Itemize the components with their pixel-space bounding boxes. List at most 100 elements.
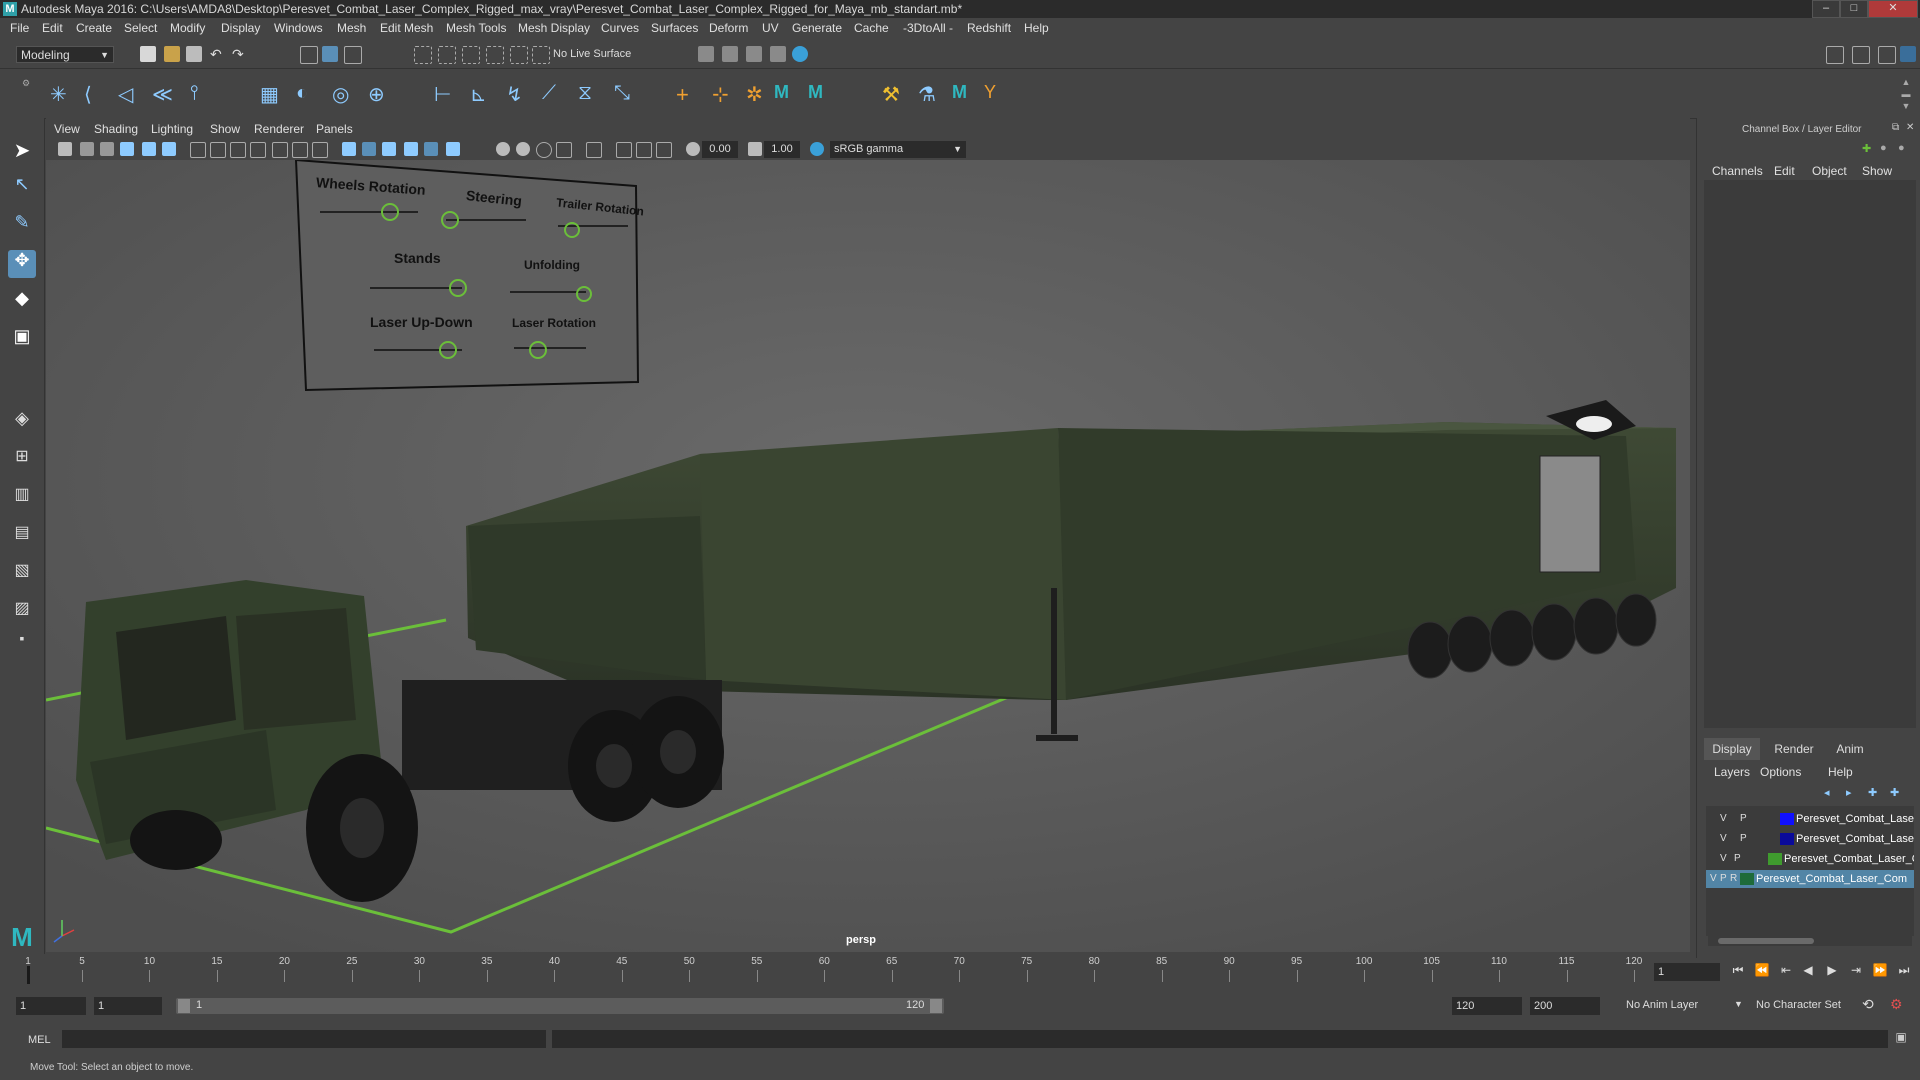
lasso-tool-icon[interactable]: ↖: [8, 174, 36, 202]
layer-playback-toggle[interactable]: P: [1740, 830, 1747, 848]
layer-row[interactable]: V P Peresvet_Combat_Laser: [1706, 830, 1914, 848]
menu-redshift[interactable]: Redshift: [967, 18, 1011, 38]
step-back-key-icon[interactable]: ⏪: [1754, 962, 1770, 978]
gamma-icon[interactable]: [748, 142, 762, 156]
channel-box-tool-icon-3[interactable]: ●: [1898, 142, 1905, 154]
make-live-icon[interactable]: [532, 46, 550, 64]
tab-display[interactable]: Display: [1704, 738, 1760, 760]
color-management-icon[interactable]: [810, 142, 824, 156]
xray-icon[interactable]: [616, 142, 632, 158]
four-view-layout-icon[interactable]: ⊞: [8, 446, 36, 474]
shelf-tool-1-icon[interactable]: ⚒: [882, 82, 908, 106]
panel-menu-show[interactable]: Show: [210, 122, 240, 136]
cb-menu-edit[interactable]: Edit: [1774, 164, 1795, 178]
layer-name[interactable]: Peresvet_Combat_Laser: [1796, 830, 1914, 848]
backface-culling-icon[interactable]: [656, 142, 672, 158]
gamma-field[interactable]: 1.00: [764, 141, 800, 158]
menu-display[interactable]: Display: [221, 18, 260, 38]
new-layer-icon[interactable]: ✚: [1868, 786, 1877, 799]
menu-deform[interactable]: Deform: [709, 18, 748, 38]
shadows-icon[interactable]: [446, 142, 460, 156]
menu-uv[interactable]: UV: [762, 18, 779, 38]
save-scene-icon[interactable]: [186, 46, 202, 62]
cb-menu-show[interactable]: Show: [1862, 164, 1892, 178]
current-time-marker[interactable]: [27, 966, 30, 984]
camera-attributes-icon[interactable]: [80, 142, 94, 156]
shelf-locator-icon[interactable]: +: [676, 82, 702, 107]
menu-edit-mesh[interactable]: Edit Mesh: [380, 18, 433, 38]
layer-color-swatch[interactable]: [1768, 853, 1782, 865]
panel-menu-renderer[interactable]: Renderer: [254, 122, 304, 136]
snap-projected-icon[interactable]: [486, 46, 504, 64]
end-time-field[interactable]: 200: [1530, 997, 1600, 1015]
two-d-pan-icon[interactable]: [142, 142, 156, 156]
new-scene-icon[interactable]: [140, 46, 156, 62]
menu-modify[interactable]: Modify: [170, 18, 205, 38]
command-input[interactable]: [62, 1030, 546, 1048]
shelf-lattice-icon[interactable]: ✲: [746, 82, 772, 106]
panel-menu-lighting[interactable]: Lighting: [151, 122, 193, 136]
viewport-persp[interactable]: [46, 160, 1690, 952]
move-layer-down-icon[interactable]: ▸: [1846, 786, 1852, 799]
menu-mesh-display[interactable]: Mesh Display: [518, 18, 590, 38]
layer-playback-toggle[interactable]: P: [1734, 850, 1741, 868]
shelf-ik-spline-icon[interactable]: ↯: [506, 82, 532, 106]
grease-pencil-icon[interactable]: [162, 142, 176, 156]
panel-menu-panels[interactable]: Panels: [316, 122, 353, 136]
shelf-cluster-icon[interactable]: ⊹: [712, 82, 738, 106]
range-slider[interactable]: [176, 998, 944, 1014]
attribute-editor-icon[interactable]: [1852, 46, 1870, 64]
shelf-settings-icon[interactable]: ⚙: [22, 78, 32, 112]
shelf-tool-3-icon[interactable]: Y: [984, 82, 1010, 106]
menu-select[interactable]: Select: [124, 18, 157, 38]
gate-mask-icon[interactable]: [250, 142, 266, 158]
menu-windows[interactable]: Windows: [274, 18, 323, 38]
go-to-start-icon[interactable]: ⏮: [1730, 962, 1746, 978]
live-surface-label[interactable]: No Live Surface: [553, 46, 653, 63]
layer-visibility-toggle[interactable]: V: [1720, 810, 1727, 828]
layer-color-swatch[interactable]: [1740, 873, 1754, 885]
close-button[interactable]: ✕: [1868, 0, 1918, 18]
shelf-ik-handle-icon[interactable]: ⊾: [470, 82, 496, 106]
shelf-script-2-icon[interactable]: M: [808, 82, 834, 106]
current-frame-field[interactable]: 1: [1654, 963, 1720, 981]
play-backward-icon[interactable]: ◀: [1800, 962, 1816, 978]
film-gate-icon[interactable]: [210, 142, 226, 158]
shelf-poly-cylinder-icon[interactable]: ◎: [332, 82, 358, 106]
layer-menu-help[interactable]: Help: [1828, 765, 1853, 779]
layer-name[interactable]: Peresvet_Combat_Laser_Com: [1756, 870, 1914, 888]
shelf-poly-plane-icon[interactable]: ⊕: [368, 82, 394, 106]
shelf-curve-icon[interactable]: ⟨: [84, 82, 110, 106]
channel-box-content[interactable]: [1704, 180, 1916, 728]
menu-file[interactable]: File: [10, 18, 29, 38]
bookmark-icon[interactable]: [100, 142, 114, 156]
resolution-gate-icon[interactable]: [230, 142, 246, 158]
hypershade-icon[interactable]: [770, 46, 786, 62]
shelf-poly-sphere-icon[interactable]: ◐: [296, 82, 322, 106]
script-language-label[interactable]: MEL: [28, 1034, 51, 1046]
menu-curves[interactable]: Curves: [601, 18, 639, 38]
panel-menu-view[interactable]: View: [54, 122, 80, 136]
shelf-script-1-icon[interactable]: M: [774, 82, 800, 106]
menu-help[interactable]: Help: [1024, 18, 1049, 38]
field-chart-icon[interactable]: [272, 142, 288, 158]
snap-view-plane-icon[interactable]: [510, 46, 528, 64]
motion-blur-icon[interactable]: [516, 142, 530, 156]
layer-menu-layers[interactable]: Layers: [1714, 765, 1750, 779]
render-view-icon[interactable]: [792, 46, 808, 62]
scale-tool-icon[interactable]: ▣: [8, 326, 36, 354]
shelf-deformer-icon[interactable]: ⤡: [614, 82, 640, 106]
view-transform-dropdown[interactable]: sRGB gamma ▼: [830, 141, 966, 158]
layer-name[interactable]: Peresvet_Combat_Laser: [1796, 810, 1914, 828]
shelf-soft-select-icon[interactable]: ✳: [50, 82, 76, 106]
smooth-shade-icon[interactable]: [362, 142, 376, 156]
layer-color-swatch[interactable]: [1780, 833, 1794, 845]
textured-icon[interactable]: [404, 142, 418, 156]
channel-box-tool-icon-1[interactable]: ✚: [1862, 142, 1871, 155]
step-back-frame-icon[interactable]: ⇤: [1778, 962, 1794, 978]
shelf-script-3-icon[interactable]: M: [952, 82, 978, 106]
menu-edit[interactable]: Edit: [42, 18, 63, 38]
maximize-button[interactable]: □: [1840, 0, 1868, 18]
cb-menu-object[interactable]: Object: [1812, 164, 1847, 178]
ambient-occlusion-icon[interactable]: [496, 142, 510, 156]
